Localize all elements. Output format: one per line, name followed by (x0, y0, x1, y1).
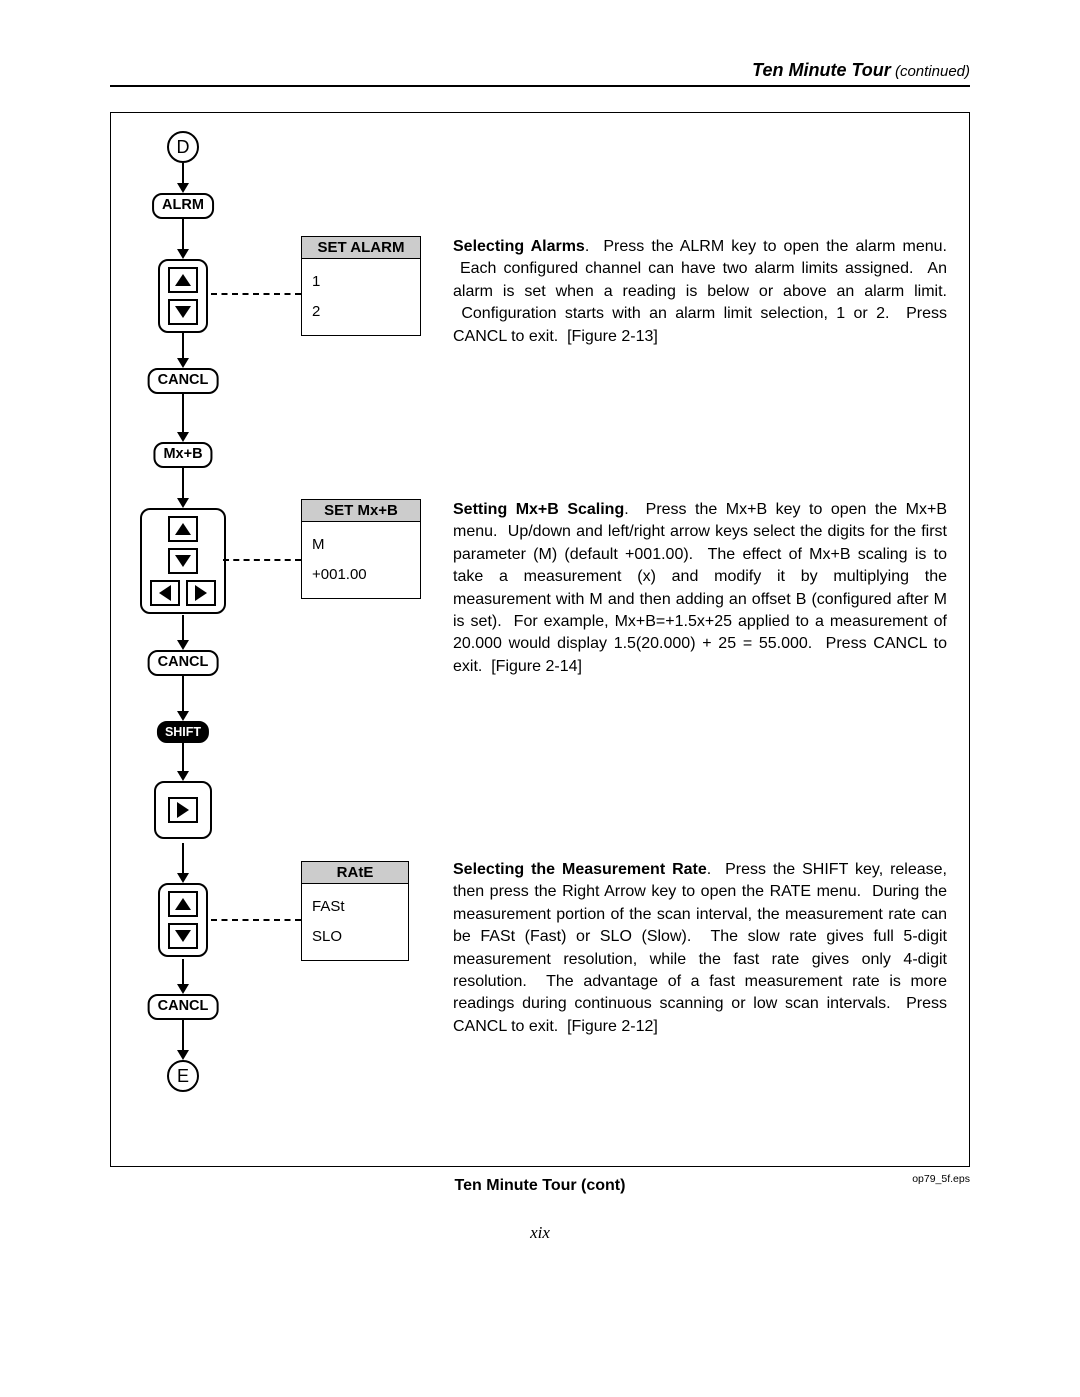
key-alrm: ALRM (152, 193, 214, 219)
right-arrow-icon (168, 797, 198, 823)
menu-rate-opt1: FASt (312, 892, 398, 922)
desc-rate-bold: Selecting the Measurement Rate (453, 861, 707, 878)
down-arrow-icon (168, 548, 198, 574)
down-arrow-icon (168, 299, 198, 325)
menu-mxb-line1: M (312, 530, 410, 560)
desc-mxb-bold: Setting Mx+B Scaling (453, 501, 624, 518)
desc-mxb-text: . Press the Mx+B key to open the Mx+B me… (453, 501, 947, 675)
menu-rate-opt2: SLO (312, 922, 398, 952)
menu-mxb-line2: +001.00 (312, 560, 410, 590)
menu-rate-head: RAtE (302, 862, 408, 884)
key-cancl-2: CANCL (148, 650, 219, 676)
header-title: Ten Minute Tour (752, 60, 891, 80)
updown-keys-3 (158, 883, 208, 957)
menu-set-alarm-head: SET ALARM (302, 237, 420, 259)
up-arrow-icon (168, 267, 198, 293)
description-column: Selecting Alarms. Press the ALRM key to … (453, 131, 947, 1156)
four-arrow-keys (140, 508, 226, 614)
figure-frame: D ALRM (110, 112, 970, 1167)
header-continued: (continued) (891, 63, 970, 80)
menu-rate: RAtE FASt SLO (301, 861, 409, 961)
left-arrow-icon (150, 580, 180, 606)
menu-set-mxb-head: SET Mx+B (302, 500, 420, 522)
figure-caption: Ten Minute Tour (cont) (110, 1177, 970, 1195)
updown-keys-1 (158, 259, 208, 333)
flow-column: D ALRM (133, 131, 453, 1156)
right-arrow-icon (186, 580, 216, 606)
page-number: xix (110, 1223, 970, 1243)
eps-filename: op79_5f.eps (912, 1173, 970, 1185)
key-cancl-3: CANCL (148, 994, 219, 1020)
desc-rate: Selecting the Measurement Rate. Press th… (453, 859, 947, 1038)
menu-set-mxb: SET Mx+B M +001.00 (301, 499, 421, 599)
menu-alarm-opt2: 2 (312, 297, 410, 327)
page-header: Ten Minute Tour (continued) (110, 60, 970, 87)
start-node: D (167, 131, 199, 163)
menu-set-alarm: SET ALARM 1 2 (301, 236, 421, 336)
key-cancl-1: CANCL (148, 368, 219, 394)
desc-alarms: Selecting Alarms. Press the ALRM key to … (453, 236, 947, 348)
down-arrow-icon (168, 923, 198, 949)
end-node: E (167, 1060, 199, 1092)
menu-alarm-opt1: 1 (312, 267, 410, 297)
key-mxb: Mx+B (153, 442, 212, 468)
desc-alarms-bold: Selecting Alarms (453, 238, 585, 255)
up-arrow-icon (168, 516, 198, 542)
key-shift: SHIFT (157, 721, 209, 743)
up-arrow-icon (168, 891, 198, 917)
desc-mxb: Setting Mx+B Scaling. Press the Mx+B key… (453, 499, 947, 678)
desc-rate-text: . Press the SHIFT key, release, then pre… (453, 861, 947, 1035)
right-arrow-key (154, 781, 212, 839)
